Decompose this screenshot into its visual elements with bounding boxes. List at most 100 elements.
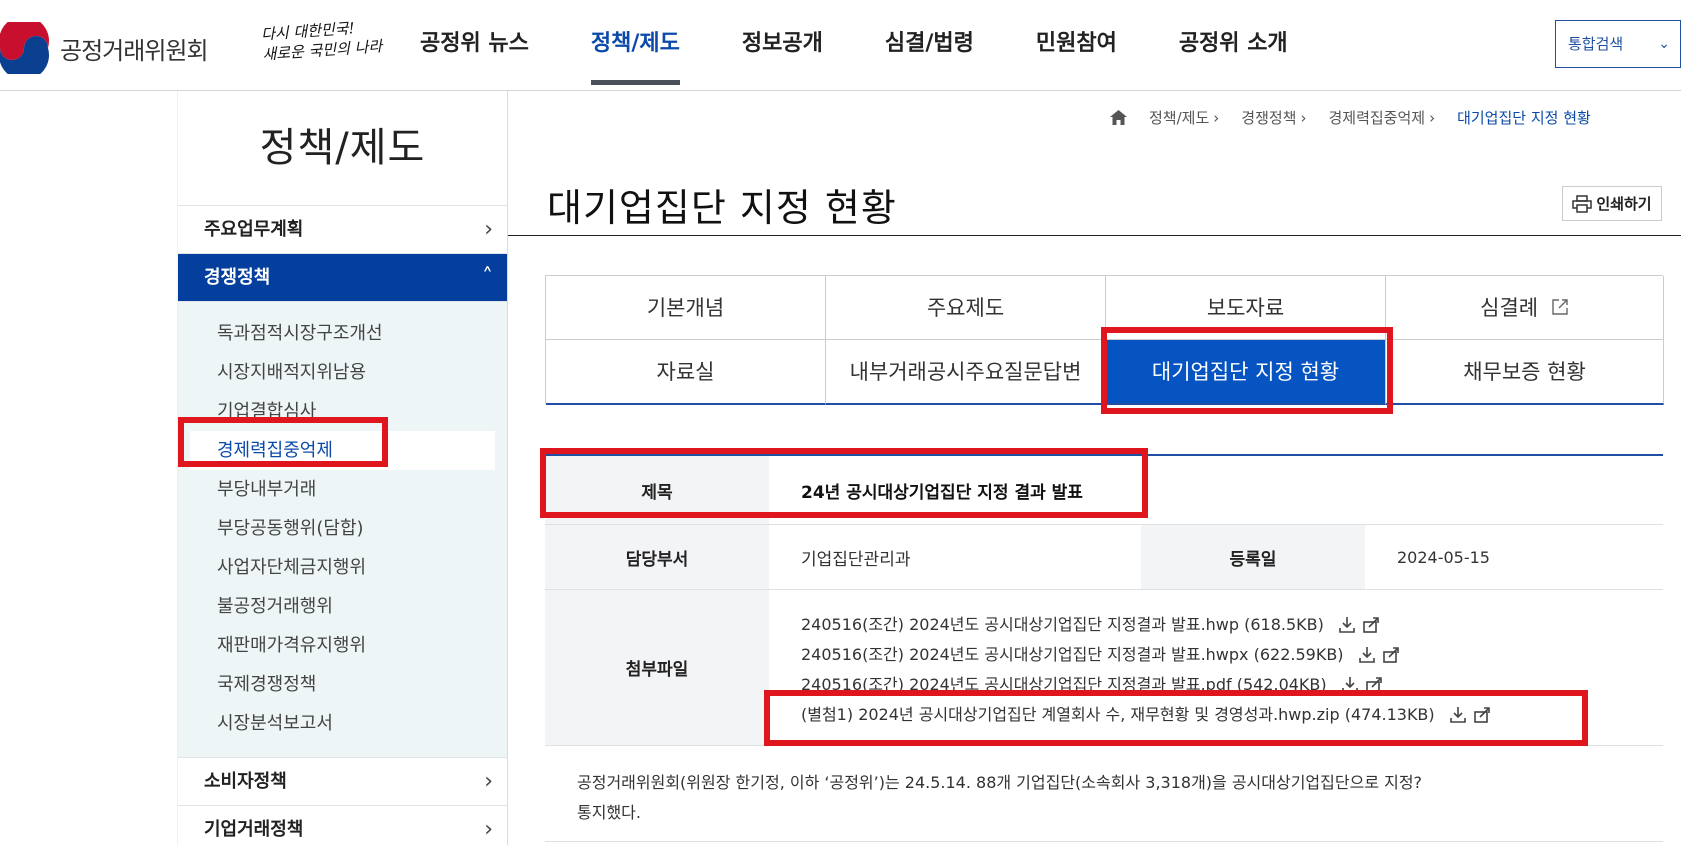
sidebar-subitem[interactable]: 기업결합심사 (190, 392, 495, 431)
sidebar-subitem-current[interactable]: 경제력집중억제 (190, 431, 495, 470)
attachment-item: 240516(조간) 2024년도 공시대상기업집단 지정결과 발표.hwpx … (801, 640, 1663, 670)
attachment-link[interactable]: 240516(조간) 2024년도 공시대상기업집단 지정결과 발표.pdf (… (801, 670, 1327, 700)
tab-debt-guarantee[interactable]: 채무보증 현황 (1386, 340, 1664, 405)
nav-decisions[interactable]: 심결/법령 (885, 0, 974, 91)
printer-icon (1572, 194, 1593, 213)
sidebar-subitem[interactable]: 불공정거래행위 (190, 587, 495, 626)
sidebar: 정책/제도 주요업무계획 › 경쟁정책 ˄ 독과점적시장구조개선 시장지배적지위… (177, 91, 508, 845)
sidebar-subitem[interactable]: 시장지배적지위남용 (190, 353, 495, 392)
preview-icon[interactable] (1365, 676, 1383, 694)
nav-disclosure[interactable]: 정보공개 (742, 0, 823, 91)
post-detail-table: 제목 24년 공시대상기업집단 지정 결과 발표 담당부서 기업집단관리과 등록… (545, 454, 1663, 842)
content-line: 공정거래위원회(위원장 한기정, 이하 ‘공정위’)는 24.5.14. 88개… (577, 773, 1423, 792)
breadcrumb-label: 경제력집중억제 (1328, 108, 1426, 127)
content-tabs: 기본개념 주요제도 보도자료 심결례 자료실 내부거래공시주요질문답변 대기업집… (545, 275, 1664, 405)
sidebar-item-competition[interactable]: 경쟁정책 ˄ (178, 254, 507, 302)
attachment-link[interactable]: 240516(조간) 2024년도 공시대상기업집단 지정결과 발표.hwpx … (801, 640, 1344, 670)
chevron-down-icon: ⌄ (1658, 36, 1670, 52)
sidebar-title: 정책/제도 (178, 91, 507, 206)
attachment-item: 240516(조간) 2024년도 공시대상기업집단 지정결과 발표.pdf (… (801, 670, 1663, 700)
print-button[interactable]: 인쇄하기 (1562, 186, 1662, 221)
sidebar-subitem[interactable]: 국제경쟁정책 (190, 665, 495, 704)
tab-main-system[interactable]: 주요제도 (826, 276, 1106, 340)
sidebar-subitem[interactable]: 사업자단체금지행위 (190, 548, 495, 587)
preview-icon[interactable] (1362, 616, 1380, 634)
page-title: 대기업집단 지정 현황 (547, 186, 897, 230)
attachment-list: 240516(조간) 2024년도 공시대상기업집단 지정결과 발표.hwp (… (769, 590, 1663, 745)
breadcrumb-label: 정책/제도 (1149, 108, 1210, 127)
chevron-right-icon: › (1213, 108, 1220, 127)
sidebar-subitem[interactable]: 시장분석보고서 (190, 704, 495, 743)
download-icon[interactable] (1341, 676, 1359, 694)
tab-decisions[interactable]: 심결례 (1386, 276, 1664, 340)
nav-policy[interactable]: 정책/제도 (590, 0, 680, 91)
breadcrumb-item[interactable]: 경제력집중억제 › (1328, 107, 1435, 128)
download-icon[interactable] (1358, 646, 1376, 664)
date-label: 등록일 (1141, 525, 1365, 589)
tab-press-release[interactable]: 보도자료 (1106, 276, 1386, 340)
title-value: 24년 공시대상기업집단 지정 결과 발표 (801, 482, 1083, 503)
search-scope-value: 통합검색 (1568, 35, 1624, 53)
attachment-link[interactable]: (별첨1) 2024년 공시대상기업집단 계열회사 수, 재무현황 및 경영성과… (801, 700, 1435, 730)
external-link-icon (1551, 277, 1569, 341)
sidebar-item-label: 주요업무계획 (204, 219, 304, 240)
tab-large-group-designation[interactable]: 대기업집단 지정 현황 (1106, 340, 1386, 405)
chevron-right-icon: › (484, 217, 493, 242)
download-icon[interactable] (1338, 616, 1356, 634)
breadcrumb-current: 대기업집단 지정 현황 (1457, 108, 1591, 127)
preview-icon[interactable] (1473, 706, 1491, 724)
attachments-label: 첨부파일 (545, 590, 769, 745)
title-divider (508, 235, 1681, 236)
sidebar-subitem[interactable]: 부당내부거래 (190, 470, 495, 509)
attachment-link[interactable]: 240516(조간) 2024년도 공시대상기업집단 지정결과 발표.hwp (… (801, 610, 1324, 640)
chevron-right-icon: › (1429, 108, 1436, 127)
sidebar-item-consumer[interactable]: 소비자정책 › (178, 758, 507, 806)
preview-icon[interactable] (1382, 646, 1400, 664)
title-label: 제목 (545, 456, 769, 524)
chevron-right-icon: › (484, 817, 493, 842)
sidebar-item-work-plan[interactable]: 주요업무계획 › (178, 206, 507, 254)
dept-row: 담당부서 기업집단관리과 등록일 2024-05-15 (545, 525, 1663, 590)
date-value: 2024-05-15 (1397, 547, 1490, 567)
breadcrumb: 정책/제도 › 경쟁정책 › 경제력집중억제 › 대기업집단 지정 현황 (1110, 106, 1591, 128)
search-scope-select[interactable]: 통합검색 ⌄ (1555, 20, 1681, 68)
nav-civil[interactable]: 민원참여 (1036, 0, 1117, 91)
tab-label: 심결례 (1480, 296, 1539, 320)
chevron-right-icon: › (1300, 108, 1307, 127)
dept-label: 담당부서 (545, 525, 769, 589)
sidebar-submenu: 독과점적시장구조개선 시장지배적지위남용 기업결합심사 경제력집중억제 부당내부… (178, 302, 507, 758)
breadcrumb-item[interactable]: 경쟁정책 › (1241, 107, 1306, 128)
chevron-up-icon: ˄ (482, 265, 493, 290)
nav-about[interactable]: 공정위 소개 (1179, 0, 1288, 91)
tab-internal-trade-faq[interactable]: 내부거래공시주요질문답변 (826, 340, 1106, 405)
attachments-row: 첨부파일 240516(조간) 2024년도 공시대상기업집단 지정결과 발표.… (545, 590, 1663, 746)
slogan: 다시 대한민국! 새로운 국민의 나라 (260, 15, 395, 74)
dept-value: 기업집단관리과 (801, 549, 911, 570)
sidebar-subitem[interactable]: 독과점적시장구조개선 (190, 314, 495, 353)
site-logo[interactable]: 공정거래위원회 (0, 22, 209, 74)
sidebar-item-business[interactable]: 기업거래정책 › (178, 806, 507, 845)
sidebar-item-label: 경쟁정책 (204, 267, 271, 288)
title-row: 제목 24년 공시대상기업집단 지정 결과 발표 (545, 456, 1663, 525)
sidebar-subitem[interactable]: 재판매가격유지행위 (190, 626, 495, 665)
tab-library[interactable]: 자료실 (546, 340, 826, 405)
main-nav: 공정위 뉴스 정책/제도 정보공개 심결/법령 민원참여 공정위 소개 (420, 0, 1350, 91)
breadcrumb-label: 경쟁정책 (1241, 108, 1297, 127)
post-content: 공정거래위원회(위원장 한기정, 이하 ‘공정위’)는 24.5.14. 88개… (545, 746, 1663, 842)
download-icon[interactable] (1449, 706, 1467, 724)
logo-text: 공정거래위원회 (60, 36, 209, 65)
home-icon[interactable] (1110, 109, 1127, 125)
attachment-item: 240516(조간) 2024년도 공시대상기업집단 지정결과 발표.hwp (… (801, 610, 1663, 640)
content-line: 통지했다. (577, 803, 641, 822)
sidebar-subitem[interactable]: 부당공동행위(담합) (190, 509, 495, 548)
tab-basic-concept[interactable]: 기본개념 (546, 276, 826, 340)
taegeuk-emblem-icon (0, 22, 49, 74)
nav-news[interactable]: 공정위 뉴스 (420, 0, 529, 91)
chevron-right-icon: › (484, 769, 493, 794)
attachment-item: (별첨1) 2024년 공시대상기업집단 계열회사 수, 재무현황 및 경영성과… (801, 700, 1663, 730)
print-label: 인쇄하기 (1596, 195, 1652, 213)
sidebar-item-label: 기업거래정책 (204, 819, 304, 840)
sidebar-item-label: 소비자정책 (204, 771, 287, 792)
breadcrumb-item[interactable]: 정책/제도 › (1149, 107, 1219, 128)
site-header: 공정거래위원회 다시 대한민국! 새로운 국민의 나라 공정위 뉴스 정책/제도… (0, 0, 1681, 91)
